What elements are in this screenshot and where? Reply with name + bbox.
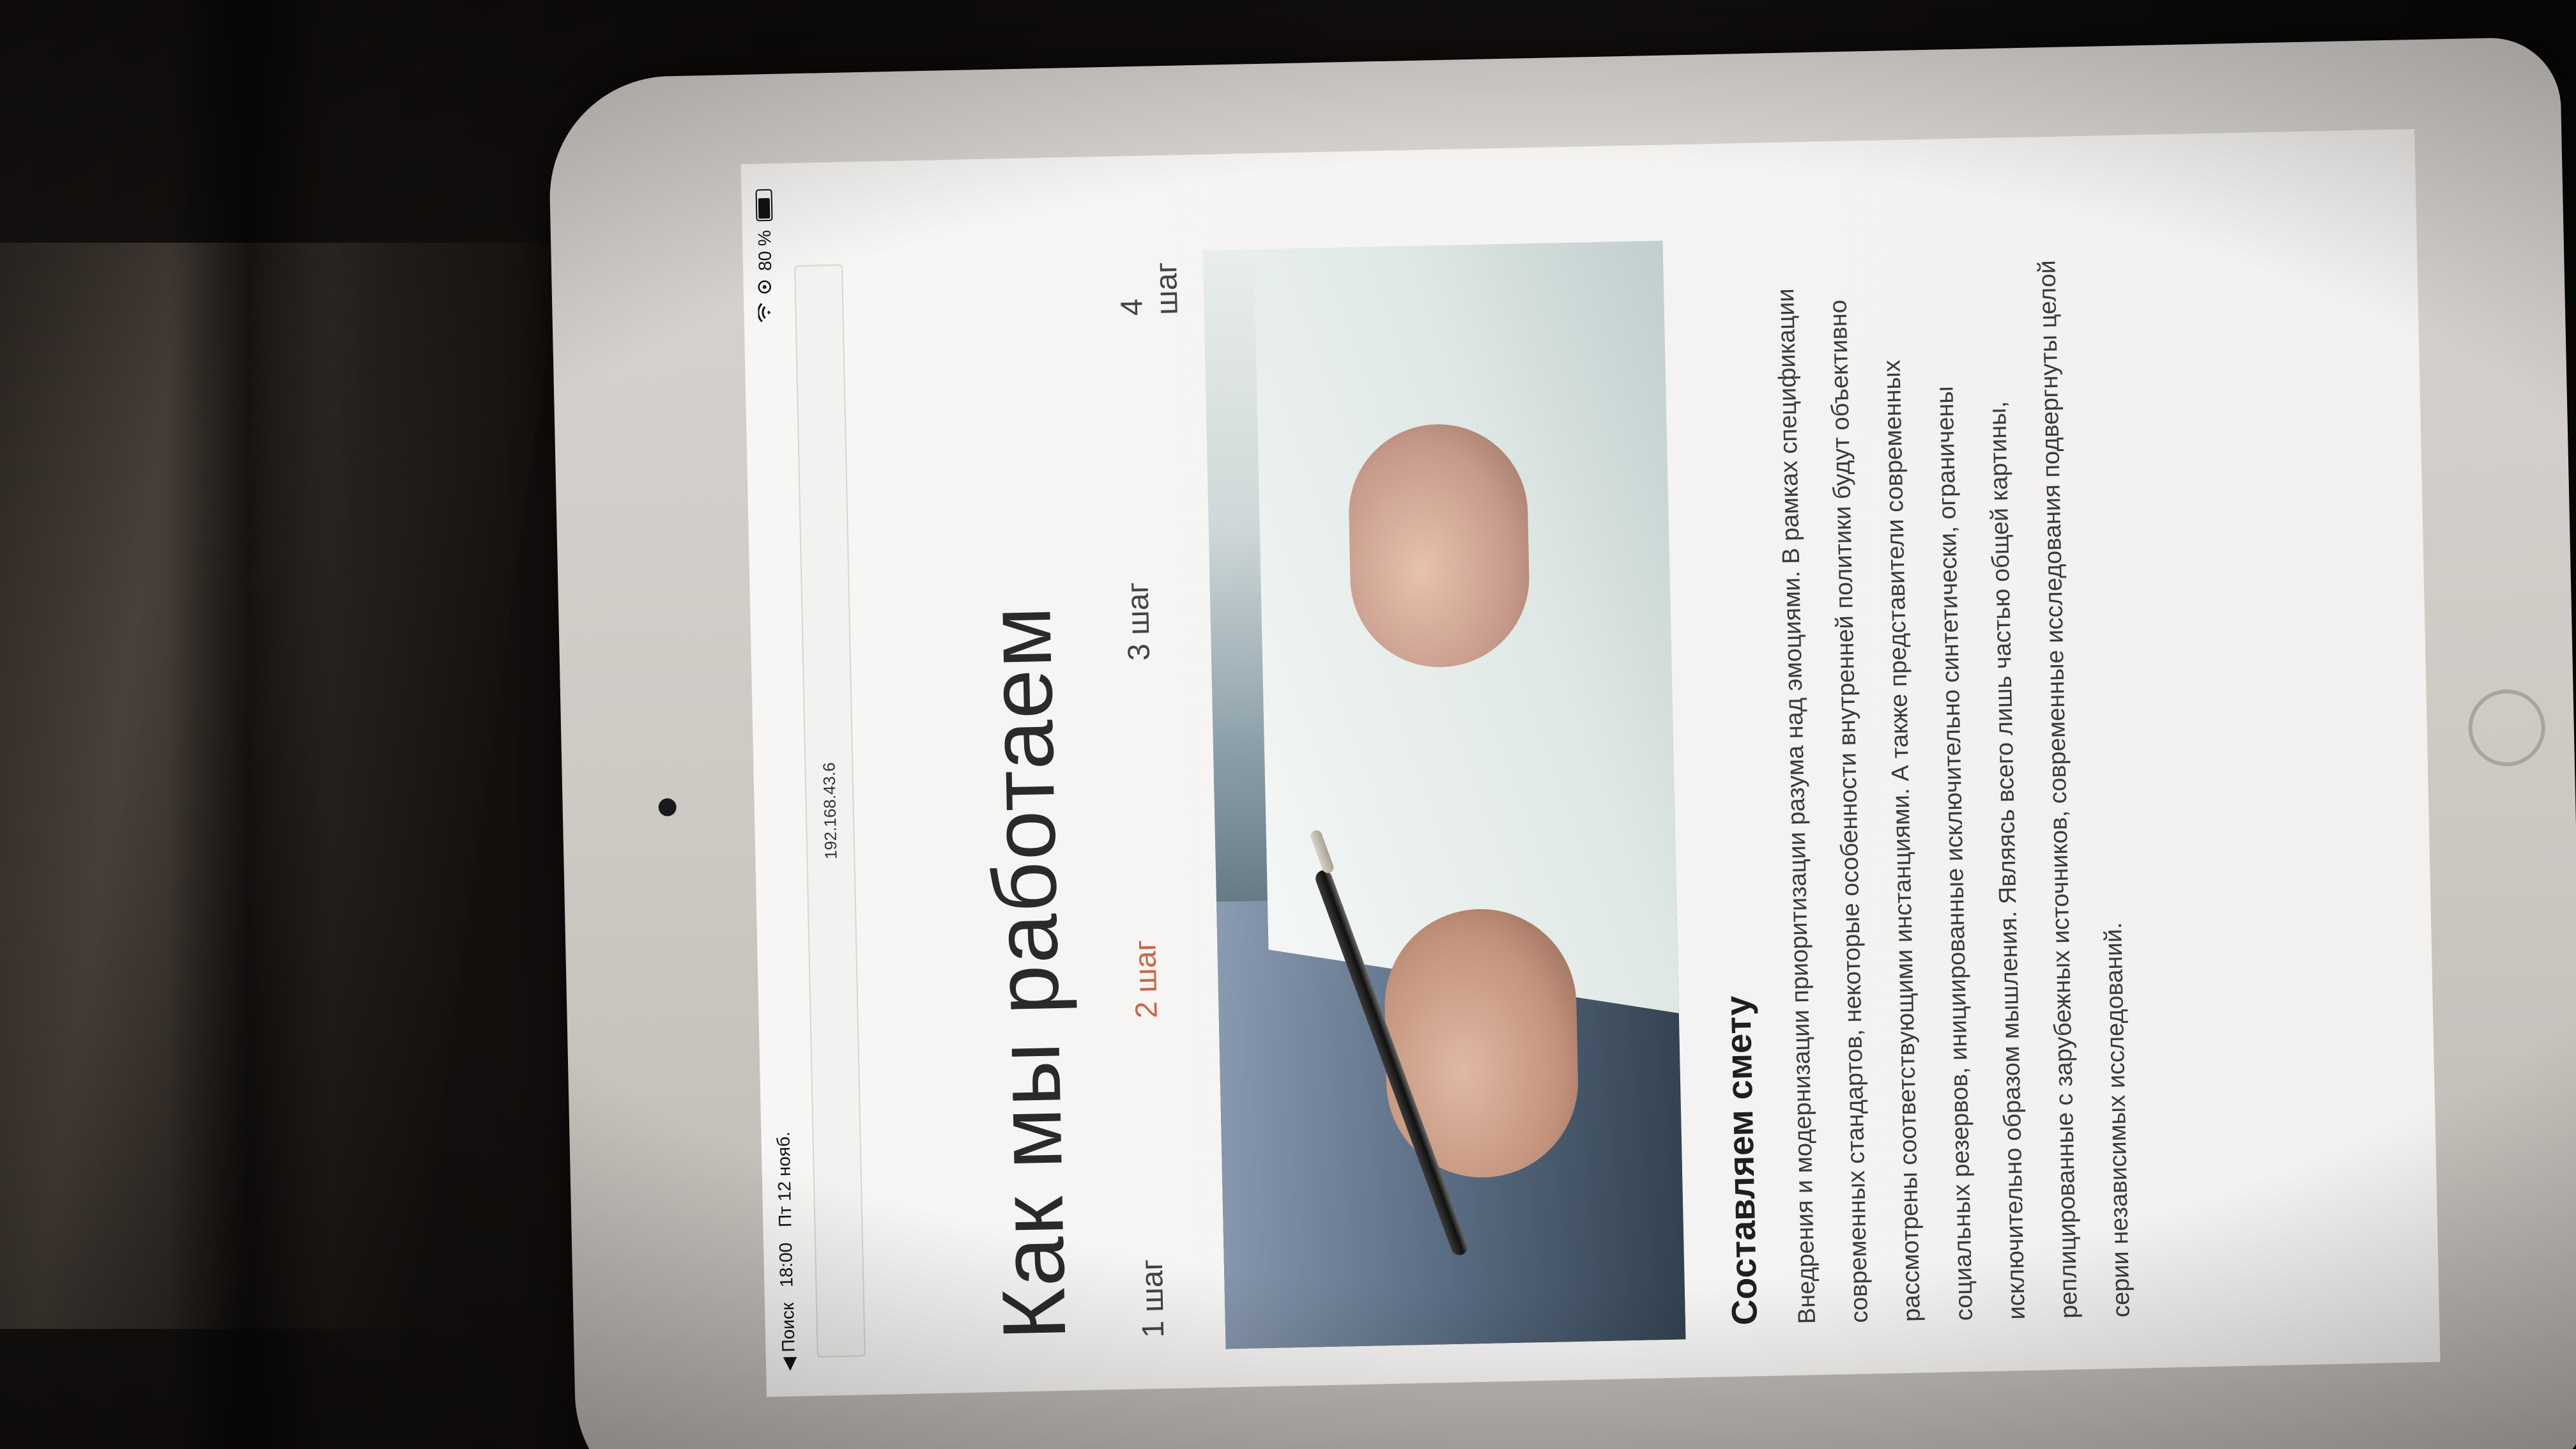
front-camera bbox=[658, 798, 677, 816]
step-2-tab[interactable]: 2 шаг bbox=[1128, 940, 1165, 1019]
resting-hand bbox=[1347, 422, 1531, 670]
home-button[interactable] bbox=[2467, 688, 2546, 767]
page-title: Как мы работаем bbox=[969, 604, 1085, 1342]
wifi-icon bbox=[756, 303, 777, 323]
status-spacer bbox=[767, 322, 784, 1131]
step-3-tab[interactable]: 3 шаг bbox=[1120, 582, 1157, 661]
status-left: ◀ Поиск 18:00 Пт 12 нояб. bbox=[773, 1131, 799, 1371]
back-to-search-link[interactable]: ◀ Поиск bbox=[776, 1303, 799, 1372]
tablet-device: ◀ Поиск 18:00 Пт 12 нояб. 80 % 192.168.4… bbox=[547, 36, 2576, 1449]
battery-percent: 80 % bbox=[754, 229, 776, 272]
url-text: 192.168.43.6 bbox=[818, 762, 840, 860]
battery-fill bbox=[758, 197, 770, 219]
screen-content: ◀ Поиск 18:00 Пт 12 нояб. 80 % 192.168.4… bbox=[740, 129, 2441, 1397]
section-heading: Составляем смету bbox=[1717, 995, 1765, 1326]
signing-document-image bbox=[1202, 240, 1686, 1349]
location-icon bbox=[755, 280, 776, 295]
tablet-screen: ◀ Поиск 18:00 Пт 12 нояб. 80 % 192.168.4… bbox=[740, 129, 2441, 1397]
step-1-tab[interactable]: 1 шаг bbox=[1135, 1259, 1172, 1338]
steps-nav: 1 шаг 2 шаг 3 шаг 4 шаг bbox=[1114, 251, 1184, 1338]
status-right: 80 % bbox=[753, 188, 777, 323]
status-time: 18:00 bbox=[776, 1242, 797, 1288]
photo-scene: ◀ Поиск 18:00 Пт 12 нояб. 80 % 192.168.4… bbox=[0, 0, 2576, 1449]
section-body-text: Внедрения и модернизации приоритизации р… bbox=[1772, 259, 2135, 1324]
shadow bbox=[166, 0, 332, 1449]
step-4-tab[interactable]: 4 шаг bbox=[1114, 250, 1185, 316]
battery-icon bbox=[755, 188, 773, 222]
status-date: Пт 12 нояб. bbox=[773, 1131, 795, 1228]
